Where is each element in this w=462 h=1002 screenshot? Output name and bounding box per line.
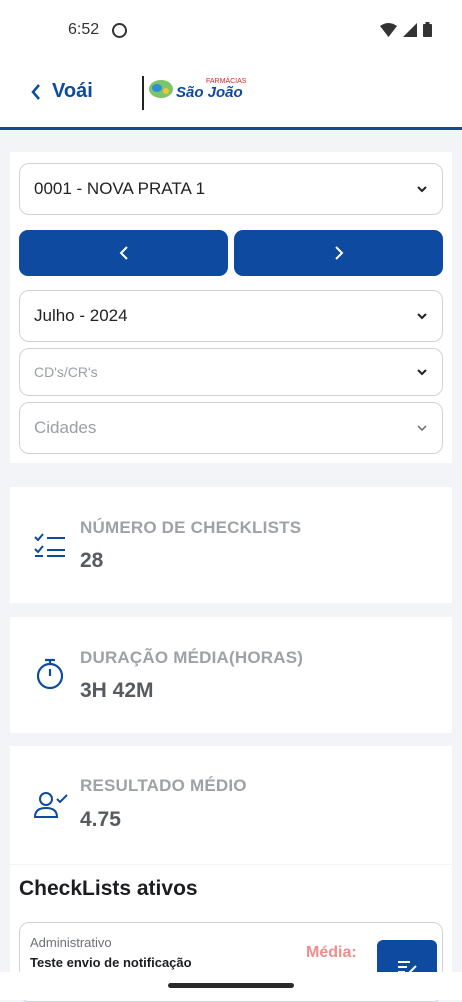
home-indicator[interactable] — [168, 983, 294, 988]
chevron-down-icon — [417, 425, 427, 432]
checklist-icon — [34, 533, 65, 557]
partner-logo: FARMÁCIAS São João — [148, 78, 246, 100]
header-divider — [142, 76, 144, 110]
stopwatch-icon — [36, 658, 64, 690]
stat-title: RESULTADO MÉDIO — [80, 776, 247, 795]
battery-icon — [423, 22, 432, 37]
previous-button[interactable] — [19, 230, 228, 276]
section-title: CheckLists ativos — [19, 877, 198, 900]
user-check-icon — [34, 792, 68, 818]
chevron-down-icon — [417, 313, 427, 320]
wifi-icon — [380, 22, 397, 37]
checklist-media-label: Média: — [306, 944, 357, 961]
status-bar: 6:52 — [0, 0, 462, 60]
stat-title: NÚMERO DE CHECKLISTS — [80, 518, 302, 537]
partner-logo-icon — [149, 80, 173, 98]
status-icons — [380, 22, 432, 37]
filters-card: 0001 - NOVA PRATA 1 Julho - 2024 CD's/CR… — [10, 152, 452, 463]
chevron-down-icon — [417, 186, 427, 193]
chevron-down-icon — [417, 369, 427, 376]
cds-select-placeholder: CD's/CR's — [34, 364, 98, 380]
gesture-bar — [0, 972, 462, 1000]
stat-value: 4.75 — [80, 808, 121, 831]
notification-icon — [112, 23, 127, 38]
store-select-value: 0001 - NOVA PRATA 1 — [34, 179, 206, 198]
stat-card-result: RESULTADO MÉDIO 4.75 — [10, 746, 452, 864]
chevron-left-icon — [31, 83, 40, 100]
chevron-right-icon — [334, 246, 343, 260]
next-button[interactable] — [234, 230, 443, 276]
partner-logo-name: São João — [176, 84, 243, 101]
checklist-name: Teste envio de notificação — [30, 955, 192, 970]
signal-icon — [403, 22, 417, 37]
cities-select-placeholder: Cidades — [34, 418, 97, 437]
period-select[interactable]: Julho - 2024 — [19, 290, 443, 342]
stat-value: 3H 42M — [80, 679, 154, 702]
stat-title: DURAÇÃO MÉDIA(HORAS) — [80, 648, 304, 667]
back-button[interactable]: Voái — [30, 80, 93, 103]
checklist-category: Administrativo — [30, 935, 112, 950]
cities-select[interactable]: Cidades — [19, 402, 443, 454]
app-header: Voái FARMÁCIAS São João — [0, 60, 462, 130]
stat-card-duration: DURAÇÃO MÉDIA(HORAS) 3H 42M — [10, 617, 452, 733]
chevron-left-icon — [119, 246, 128, 260]
status-time: 6:52 — [68, 21, 100, 38]
cds-select[interactable]: CD's/CR's — [19, 348, 443, 396]
store-select[interactable]: 0001 - NOVA PRATA 1 — [19, 163, 443, 215]
stat-card-checklists: NÚMERO DE CHECKLISTS 28 — [10, 487, 452, 603]
stat-value: 28 — [80, 549, 104, 572]
app-logo: Voái — [52, 80, 93, 102]
period-select-value: Julho - 2024 — [34, 306, 128, 325]
